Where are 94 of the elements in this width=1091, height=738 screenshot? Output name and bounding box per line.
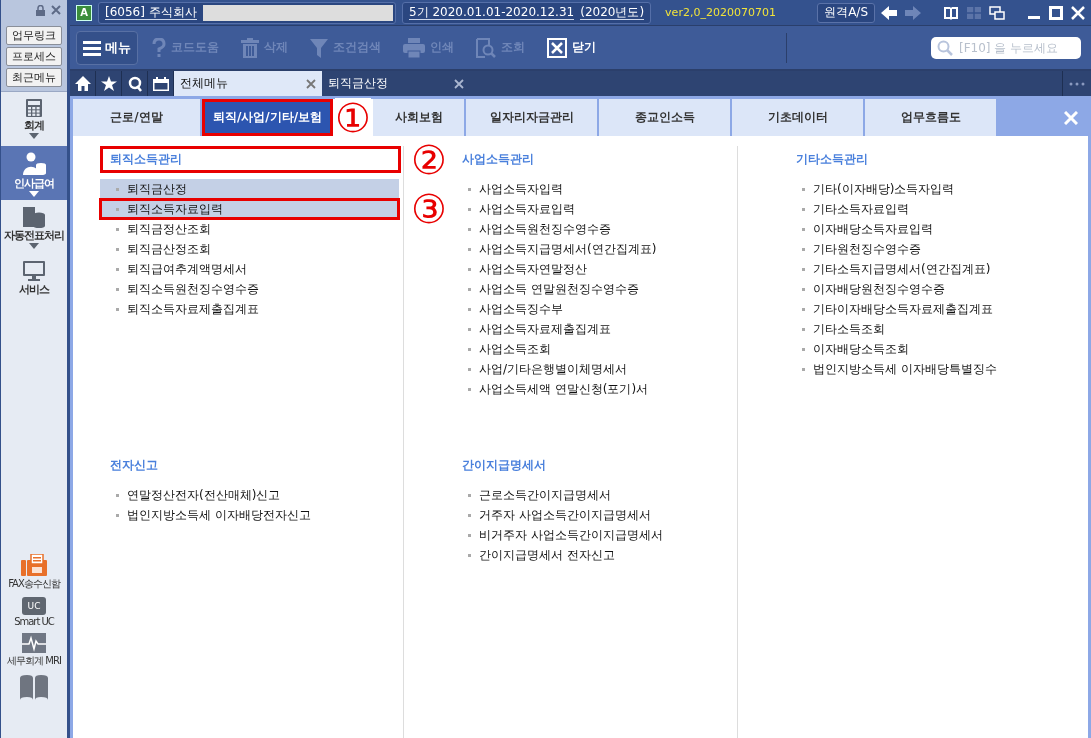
module-nav-item[interactable]: 회계 [1,92,67,146]
company-field[interactable]: [6056] 주식회사 [98,1,396,24]
menu-item[interactable]: 근로소득간이지급명세서 [452,485,733,505]
menu-item[interactable]: 퇴직금산정조회 [100,239,399,259]
menu-item[interactable]: 법인지방소득세 이자배당전자신고 [100,505,399,525]
menu-item[interactable]: 기타소득자료입력 [786,199,1084,219]
close-icon[interactable] [454,78,464,89]
heartbeat-chart-icon [22,633,46,653]
search-field[interactable]: [F10] 을 누르세요 [931,36,1081,59]
close-icon[interactable] [306,78,316,89]
category-tab[interactable]: 일자리자금관리 [466,99,597,136]
menu-icon [83,39,101,56]
document-tab[interactable]: 퇴직금산정 [322,71,470,96]
back-arrow-icon[interactable] [881,5,897,20]
menu-item[interactable]: 사업소득세액 연말신청(포기)서 [452,379,733,399]
monitor-icon [22,260,46,282]
tool-label[interactable]: FAX송수신함 [8,577,60,591]
menu-item[interactable]: 사업소득자연말정산 [452,259,733,279]
home-icon[interactable] [74,76,91,91]
search-icon [937,39,953,56]
module-nav-item[interactable]: 서비스 [1,254,67,308]
quick-link-button[interactable]: 프로세스 [6,47,62,66]
quick-link-button[interactable]: 최근메뉴 [6,68,62,87]
windows-icon[interactable] [989,5,1005,20]
menu-item[interactable]: 거주자 사업소득간이지급명세서 [452,505,733,525]
menu-item[interactable]: 사업소득자료입력 [452,199,733,219]
menu-item[interactable]: 사업소득조회 [452,339,733,359]
section-heading: 사업소득관리 [461,151,535,168]
section-heading: 전자신고 [109,457,159,474]
trash-icon [241,37,259,58]
calendar-icon[interactable] [152,76,169,91]
menu-item[interactable]: 이자배당원천징수영수증 [786,279,1084,299]
module-nav-item[interactable]: 인사급여 [1,146,67,200]
menu-item[interactable]: 퇴직금산정 [100,179,399,199]
app-logo: A [76,4,92,21]
menu-item[interactable]: 퇴직금정산조회 [100,219,399,239]
close-box-icon [547,37,567,58]
menu-item[interactable]: 기타(이자배당)소득자입력 [786,179,1084,199]
menu-item[interactable]: 간이지급명세서 전자신고 [452,545,733,565]
menu-item[interactable]: 사업소득지급명세서(연간집계표) [452,239,733,259]
version-label: ver2,0_2020070701 [665,6,776,19]
category-tab[interactable]: 사회보험 [373,99,464,136]
menu-item[interactable]: 퇴직소득자료입력 [100,199,399,219]
document-tab[interactable]: 전체메뉴 [174,71,322,96]
close-icon[interactable] [51,5,61,15]
filter-icon [310,37,328,58]
menu-item[interactable]: 사업소득자입력 [452,179,733,199]
calculator-icon [25,98,43,118]
menu-item[interactable]: 기타소득조회 [786,319,1084,339]
menu-item[interactable]: 연말정산전자(전산매체)신고 [100,485,399,505]
menu-button[interactable]: 메뉴 [76,30,138,65]
category-tab[interactable]: 업무흐름도 [865,99,996,136]
menu-item[interactable]: 이자배당소득조회 [786,339,1084,359]
period-field[interactable]: 5기 2020.01.01-2020.12.31 (2020년도) [402,1,652,24]
tool-label[interactable]: Smart UC [14,616,54,627]
menu-item[interactable]: 기타이자배당소득자료제출집계표 [786,299,1084,319]
menu-item[interactable]: 퇴직급여추계액명세서 [100,259,399,279]
chat-bubble-icon[interactable]: UC [22,597,46,615]
help-icon [152,37,166,58]
category-tab[interactable]: 종교인소득 [599,99,730,136]
module-nav-item[interactable]: 자동전표처리 [1,200,67,254]
menu-item[interactable]: 비거주자 사업소득간이지급명세서 [452,525,733,545]
section-heading: 퇴직소득관리 [100,146,401,173]
category-tab[interactable]: 기초데이터 [732,99,863,136]
menu-item[interactable]: 기타원천징수영수증 [786,239,1084,259]
menu-item[interactable]: 기타소득지급명세서(연간집계표) [786,259,1084,279]
menu-item[interactable]: 퇴직소득원천징수영수증 [100,279,399,299]
tool-label[interactable]: 세무회계 MRI [7,654,61,668]
menu-item[interactable]: 법인지방소득세 이자배당특별징수 [786,359,1084,379]
menu-item[interactable]: 사업소득원천징수영수증 [452,219,733,239]
maximize-icon[interactable] [1049,5,1063,20]
book-icon[interactable] [943,5,959,20]
menu-item[interactable]: 사업소득자료제출집계표 [452,319,733,339]
toolbar-button[interactable]: 닫기 [547,37,596,58]
category-tab[interactable]: 퇴직/사업/기타/보험 [202,99,333,136]
star-icon[interactable] [100,76,117,91]
menu-item[interactable]: 사업소득 연말원천징수영수증 [452,279,733,299]
menu-item[interactable]: 퇴직소득자료제출집계표 [100,299,399,319]
menu-item[interactable]: 사업/기타은행별이체명세서 [452,359,733,379]
quick-search-icon[interactable] [127,75,142,92]
quick-link-button[interactable]: 업무링크 [6,26,62,45]
category-tab[interactable]: 근로/연말 [73,99,200,136]
more-icon[interactable] [1069,81,1085,86]
lock-icon [36,4,45,16]
book-icon[interactable] [19,674,49,700]
magnifier-page-icon [476,37,496,58]
printer-icon [403,37,425,58]
menu-item[interactable]: 사업소득징수부 [452,299,733,319]
fax-icon [21,554,47,576]
remote-support-button[interactable]: 원격A/S [817,2,875,23]
person-coins-icon [21,152,47,176]
section-heading: 간이지급명세서 [461,457,547,474]
section-heading: 기타소득관리 [795,151,869,168]
menu-item[interactable]: 이자배당소득자료입력 [786,219,1084,239]
